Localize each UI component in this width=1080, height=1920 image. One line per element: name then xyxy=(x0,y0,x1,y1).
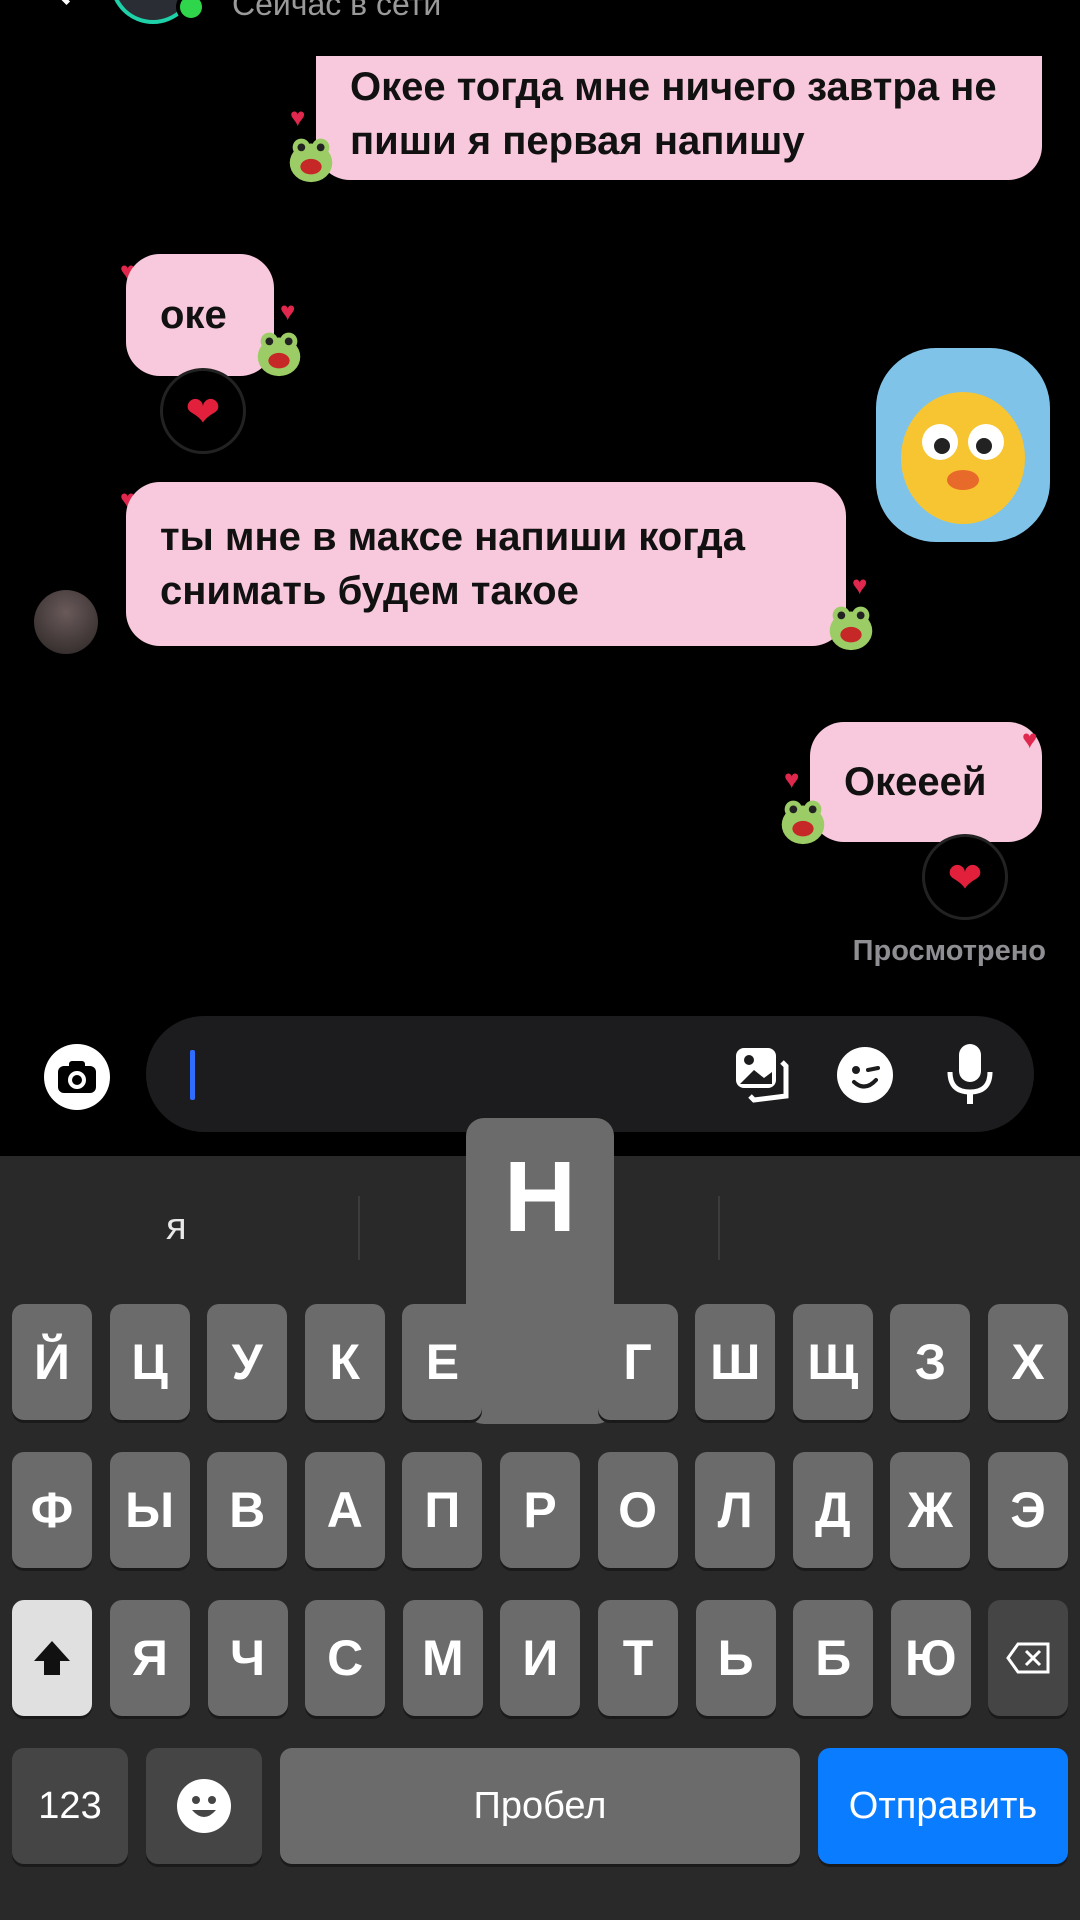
message-bubble-incoming[interactable]: ты мне в максе напиши когда снимать буде… xyxy=(126,482,846,646)
frog-sticker-icon xyxy=(289,138,333,183)
seen-status: Просмотрено xyxy=(852,935,1046,967)
back-icon[interactable] xyxy=(45,0,88,6)
key-letter[interactable]: Г xyxy=(597,1304,678,1420)
text-cursor xyxy=(190,1050,195,1100)
message-text: оке xyxy=(160,293,227,337)
message-bubble-outgoing[interactable]: Окее тогда мне ничего завтра не пиши я п… xyxy=(316,56,1042,180)
key-letter[interactable]: П xyxy=(402,1452,483,1568)
key-letter[interactable]: Х xyxy=(988,1304,1068,1420)
chick-sticker-icon[interactable] xyxy=(868,340,1058,550)
key-letter[interactable] xyxy=(500,1304,580,1420)
microphone-icon[interactable] xyxy=(944,1042,996,1108)
shift-icon xyxy=(34,1641,70,1675)
emoji-icon xyxy=(177,1779,231,1833)
key-letter[interactable]: Ю xyxy=(890,1600,971,1716)
sticker-icon[interactable] xyxy=(836,1046,894,1104)
key-letter[interactable]: И xyxy=(500,1600,581,1716)
heart-sticker-icon: ♥ xyxy=(290,102,306,132)
key-letter[interactable]: Й xyxy=(12,1304,92,1420)
reaction-heart[interactable]: ❤ xyxy=(160,368,246,454)
message-text: Окееей xyxy=(844,760,987,804)
key-letter[interactable]: К xyxy=(304,1304,385,1420)
key-letter[interactable]: Л xyxy=(695,1452,776,1568)
numbers-key[interactable]: 123 xyxy=(12,1748,128,1864)
heart-sticker-icon: ♥ xyxy=(1022,724,1038,754)
key-letter[interactable]: О xyxy=(597,1452,678,1568)
suggestion-divider xyxy=(718,1196,720,1260)
key-letter[interactable]: Ш xyxy=(695,1304,776,1420)
heart-sticker-icon: ♥ xyxy=(280,296,296,326)
key-letter[interactable]: Р xyxy=(500,1452,580,1568)
key-letter[interactable]: В xyxy=(207,1452,288,1568)
heart-sticker-icon: ♥ xyxy=(784,764,800,794)
key-letter[interactable]: Ч xyxy=(207,1600,288,1716)
key-letter[interactable]: М xyxy=(402,1600,483,1716)
key-letter[interactable]: Э xyxy=(988,1452,1068,1568)
frog-sticker-icon xyxy=(257,332,301,377)
space-key[interactable]: Пробел xyxy=(280,1748,800,1864)
message-input[interactable] xyxy=(146,1016,1034,1132)
key-letter[interactable]: Е xyxy=(402,1304,483,1420)
heart-sticker-icon: ♥ xyxy=(852,570,868,600)
suggestion-divider xyxy=(358,1196,360,1260)
key-letter[interactable]: Т xyxy=(598,1600,678,1716)
send-key[interactable]: Отправить xyxy=(818,1748,1068,1864)
key-letter[interactable]: С xyxy=(305,1600,386,1716)
message-text: ты мне в максе напиши когда снимать буде… xyxy=(160,515,745,613)
reaction-heart[interactable]: ❤ xyxy=(922,834,1008,920)
key-popup-letter: Н xyxy=(503,1141,577,1253)
key-letter[interactable]: Я xyxy=(110,1600,190,1716)
emoji-key[interactable] xyxy=(146,1748,262,1864)
gallery-icon[interactable] xyxy=(732,1044,792,1104)
key-letter[interactable]: Щ xyxy=(792,1304,873,1420)
backspace-key[interactable] xyxy=(988,1600,1068,1716)
sender-avatar[interactable] xyxy=(34,590,98,654)
camera-icon xyxy=(58,1061,96,1093)
key-letter[interactable]: Б xyxy=(793,1600,874,1716)
online-indicator xyxy=(176,0,206,22)
shift-key[interactable] xyxy=(12,1600,92,1716)
key-letter[interactable]: Ц xyxy=(109,1304,190,1420)
key-letter[interactable]: У xyxy=(207,1304,288,1420)
key-letter[interactable]: А xyxy=(304,1452,385,1568)
key-letter[interactable]: Ь xyxy=(695,1600,776,1716)
suggestion-item[interactable]: я xyxy=(166,1206,187,1249)
message-bubble-outgoing[interactable]: Окееей xyxy=(810,722,1042,842)
key-letter[interactable]: Д xyxy=(792,1452,873,1568)
frog-sticker-icon xyxy=(781,800,825,845)
contact-status: Сейчас в сети xyxy=(232,0,442,22)
message-text: Окее тогда мне ничего завтра не пиши я п… xyxy=(350,65,997,163)
backspace-icon xyxy=(1006,1642,1050,1674)
camera-button[interactable] xyxy=(44,1044,110,1110)
key-letter[interactable]: Ф xyxy=(12,1452,92,1568)
frog-sticker-icon xyxy=(829,606,873,651)
key-letter[interactable]: Ы xyxy=(109,1452,190,1568)
key-letter[interactable]: Ж xyxy=(890,1452,971,1568)
key-letter[interactable]: З xyxy=(890,1304,971,1420)
